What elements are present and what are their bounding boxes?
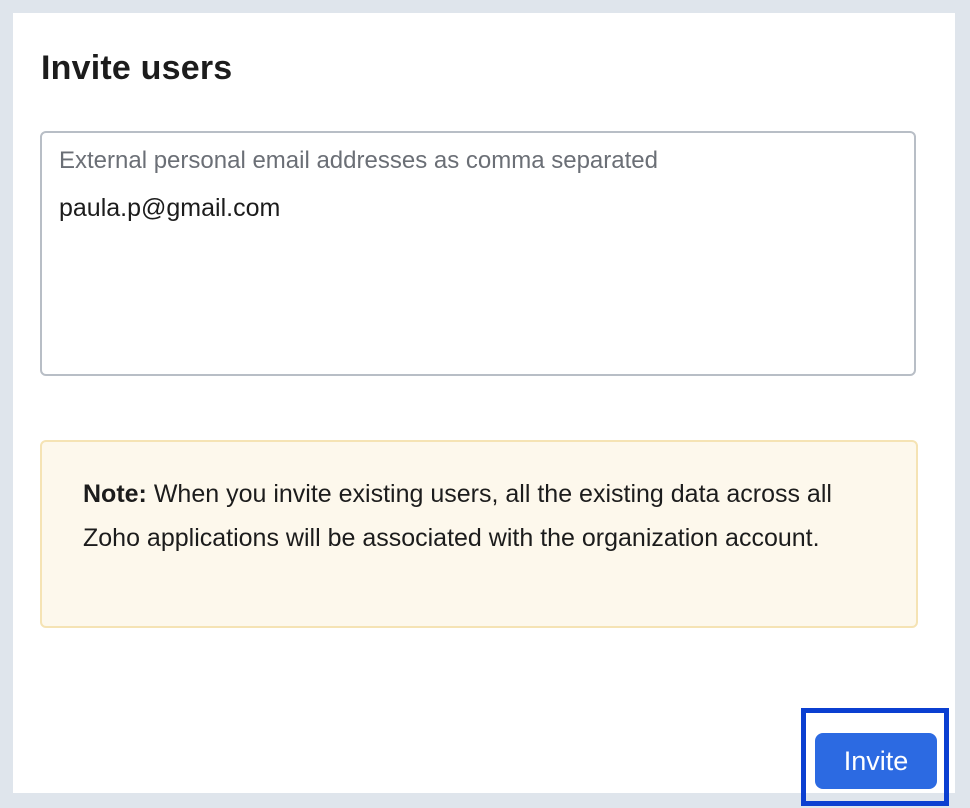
note-text: Note: When you invite existing users, al…: [83, 472, 843, 560]
email-addresses-field[interactable]: External personal email addresses as com…: [40, 131, 916, 376]
note-label: Note:: [83, 480, 147, 508]
email-field-value[interactable]: paula.p@gmail.com: [59, 194, 280, 223]
invite-button-highlight: Invite: [801, 708, 949, 806]
email-field-label: External personal email addresses as com…: [59, 147, 658, 174]
invite-button[interactable]: Invite: [815, 733, 937, 789]
note-body: When you invite existing users, all the …: [83, 480, 832, 552]
note-panel: Note: When you invite existing users, al…: [40, 440, 918, 628]
invite-users-dialog: Invite users External personal email add…: [13, 13, 955, 806]
dialog-title: Invite users: [41, 49, 233, 87]
dialog-frame: Invite users External personal email add…: [5, 5, 963, 806]
